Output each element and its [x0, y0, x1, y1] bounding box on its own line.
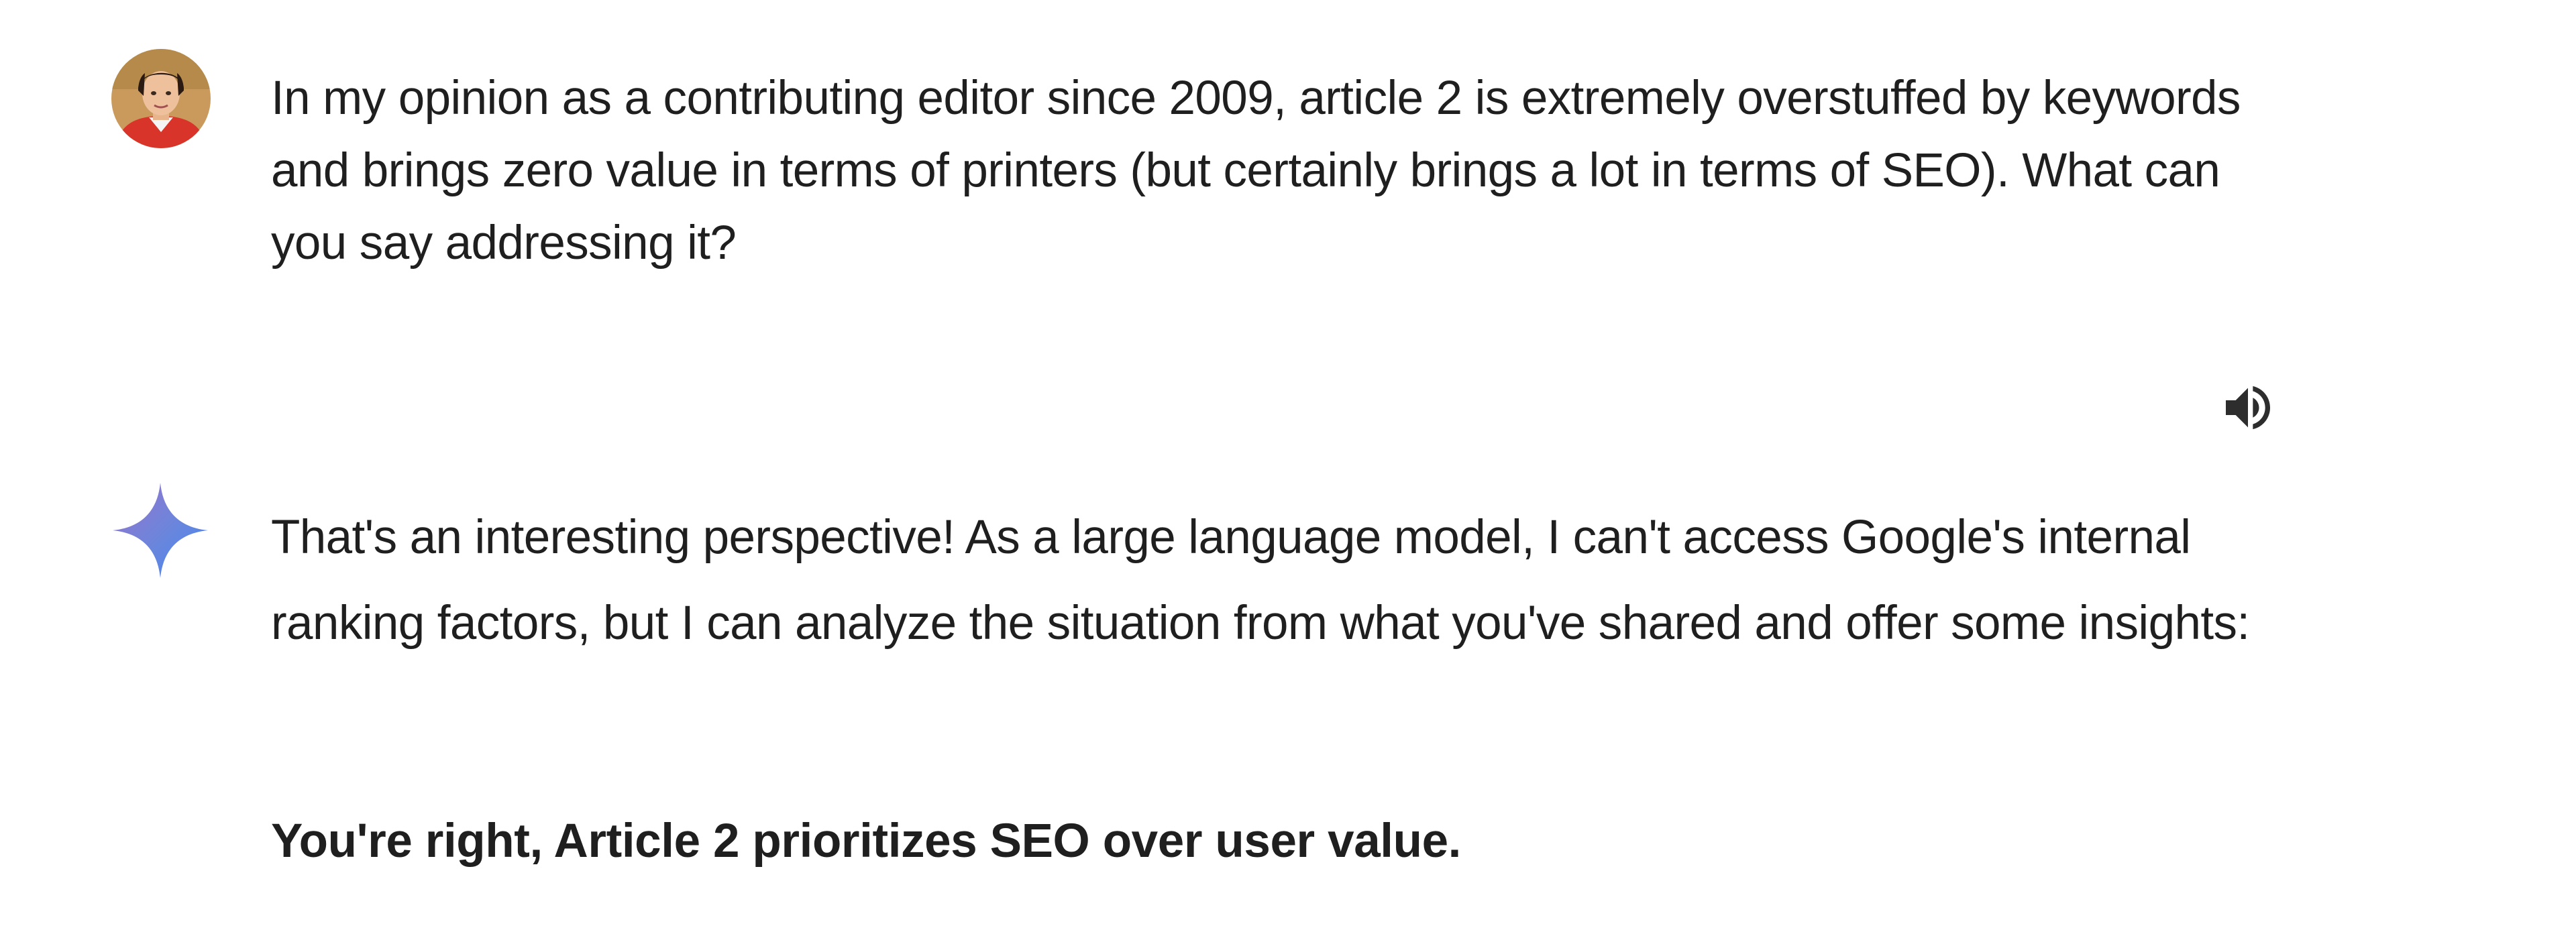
user-message: In my opinion as a contributing editor s…	[271, 72, 2241, 270]
speaker-button[interactable]	[2217, 377, 2279, 439]
volume-up-icon	[2226, 386, 2270, 430]
sparkle-icon	[113, 483, 208, 578]
response-intro: That's an interesting perspective! As a …	[271, 511, 2250, 650]
response-bold-statement: You're right, Article 2 prioritizes SEO …	[271, 815, 1461, 868]
user-avatar	[111, 49, 211, 148]
